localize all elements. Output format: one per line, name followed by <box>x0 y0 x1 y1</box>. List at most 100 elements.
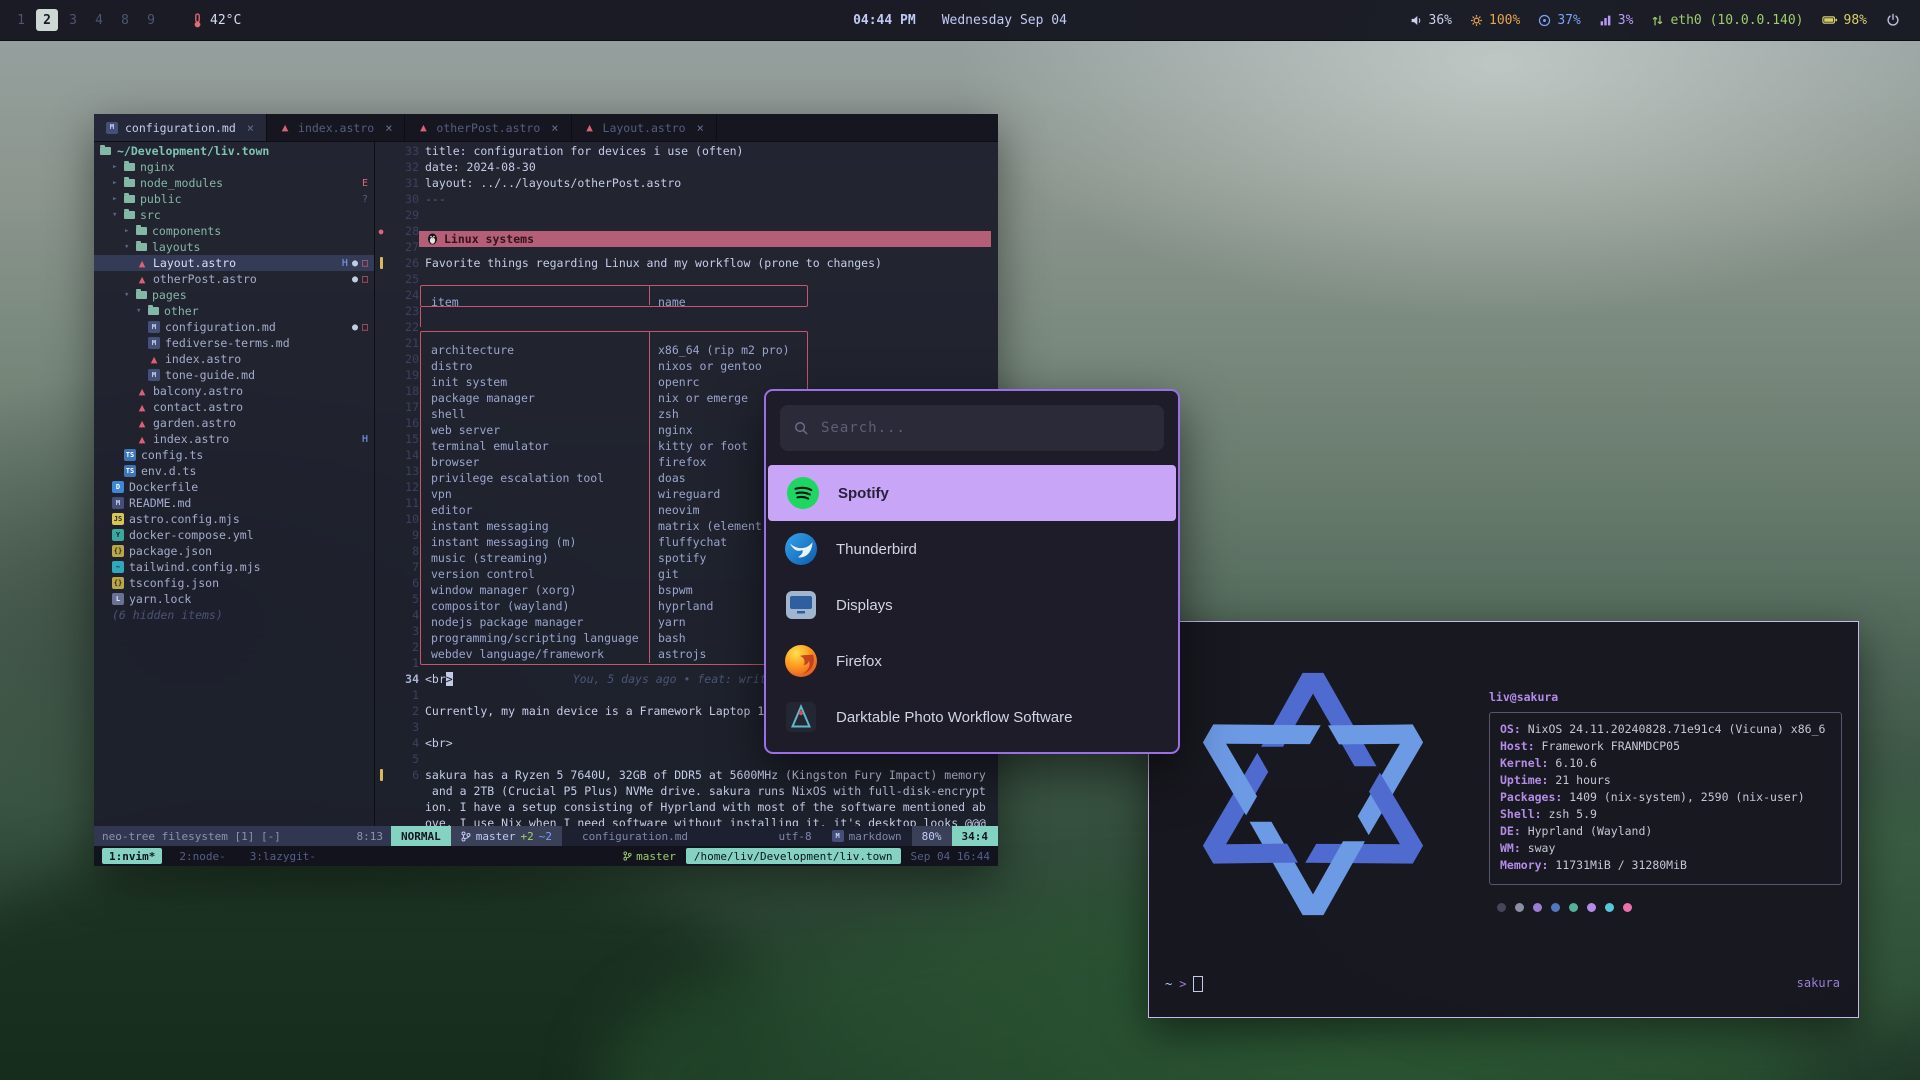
tree-item-label: yarn.lock <box>129 592 191 606</box>
tree-item-package.json[interactable]: {}package.json <box>94 543 374 559</box>
tree-item-layouts[interactable]: ▾layouts <box>94 239 374 255</box>
tab-index.astro[interactable]: ▲index.astro× <box>267 114 405 141</box>
tree-item-label: fediverse-terms.md <box>165 336 290 350</box>
launcher-item-Thunderbird[interactable]: Thunderbird <box>766 521 1178 577</box>
tab-Layout.astro[interactable]: ▲Layout.astro× <box>572 114 717 141</box>
buffer-line[interactable]: 33title: configuration for devices i use… <box>375 143 998 159</box>
power-icon[interactable] <box>1876 13 1910 27</box>
tree-item-contact.astro[interactable]: ▲contact.astro <box>94 399 374 415</box>
buffer-line[interactable]: 26Favorite things regarding Linux and my… <box>375 255 998 271</box>
file-tree[interactable]: ~/Development/liv.town ▸nginx▸node_modul… <box>94 141 374 826</box>
tree-item-other[interactable]: ▾ other <box>94 303 374 319</box>
buffer-line[interactable]: 21architecturex86_64 (rip m2 pro) <box>375 335 998 351</box>
buffer-line[interactable]: 31layout: ../../layouts/otherPost.astro <box>375 175 998 191</box>
tree-item-astro.config.mjs[interactable]: JSastro.config.mjs <box>94 511 374 527</box>
chevron-down-icon: ▾ <box>136 306 143 316</box>
tree-item-docker-compose.yml[interactable]: Ydocker-compose.yml <box>94 527 374 543</box>
astro-file-icon: ▲ <box>136 257 148 269</box>
tree-item-public[interactable]: ▸public? <box>94 191 374 207</box>
workspace-button-3[interactable]: 3 <box>62 9 84 31</box>
buffer-line[interactable]: 30--- <box>375 191 998 207</box>
workspace-button-1[interactable]: 1 <box>10 9 32 31</box>
volume-module[interactable]: 36% <box>1401 13 1461 28</box>
tmux-window-1[interactable]: 1:nvim* <box>102 848 162 864</box>
tree-item-label: pages <box>152 288 187 302</box>
tree-item-otherPost.astro[interactable]: ▲otherPost.astro●□ <box>94 271 374 287</box>
line-number: 24 <box>387 288 425 302</box>
buffer-line[interactable]: ion. I have a setup consisting of Hyprla… <box>375 799 998 815</box>
buffer-line[interactable]: 6sakura has a Ryzen 5 7640U, 32GB of DDR… <box>375 767 998 783</box>
buffer-line[interactable]: 24itemname <box>375 287 998 303</box>
tree-item-tsconfig.json[interactable]: {}tsconfig.json <box>94 575 374 591</box>
buffer-line[interactable]: 29 <box>375 207 998 223</box>
tab-configuration.md[interactable]: Mconfiguration.md× <box>94 114 267 141</box>
buffer-line[interactable]: 32date: 2024-08-30 <box>375 159 998 175</box>
tmux-window-3[interactable]: 3:lazygit- <box>243 848 323 864</box>
tree-item-balcony.astro[interactable]: ▲balcony.astro <box>94 383 374 399</box>
cpu-module[interactable]: 3% <box>1590 13 1643 28</box>
tree-item-nodemodules[interactable]: ▸node_modulesE <box>94 175 374 191</box>
tree-item-README.md[interactable]: MREADME.md <box>94 495 374 511</box>
workspace-button-4[interactable]: 4 <box>88 9 110 31</box>
tree-item-nginx[interactable]: ▸nginx <box>94 159 374 175</box>
tree-item-tone-guide.md[interactable]: Mtone-guide.md <box>94 367 374 383</box>
buffer-line[interactable]: ove. I use Nix when I need software with… <box>375 815 998 826</box>
buffer-line[interactable]: 23 <box>375 303 998 319</box>
tree-item-configuration.md[interactable]: Mconfiguration.md●□ <box>94 319 374 335</box>
disk-module[interactable]: 37% <box>1529 13 1589 28</box>
temperature-module[interactable]: 42°C <box>182 13 250 28</box>
line-text: title: configuration for devices i use (… <box>425 144 998 158</box>
tmux-window-2[interactable]: 2:node- <box>172 848 232 864</box>
close-icon[interactable]: × <box>385 121 392 135</box>
workspace-button-8[interactable]: 8 <box>114 9 136 31</box>
tree-item-6hiddenitems[interactable]: (6 hidden items) <box>94 607 374 623</box>
volume-value: 36% <box>1429 13 1452 28</box>
tree-item-pages[interactable]: ▾pages <box>94 287 374 303</box>
table-cell-name: matrix (element <box>658 519 762 533</box>
buffer-line[interactable]: ●28Linux systems <box>375 223 998 239</box>
network-module[interactable]: eth0 (10.0.0.140) <box>1642 13 1812 28</box>
launcher-item-Darktable[interactable]: Darktable Photo Workflow Software <box>766 689 1178 745</box>
workspace-button-9[interactable]: 9 <box>140 9 162 31</box>
tree-item-src[interactable]: ▾src <box>94 207 374 223</box>
tab-otherPost.astro[interactable]: ▲otherPost.astro× <box>405 114 571 141</box>
tree-item-yarn.lock[interactable]: Lyarn.lock <box>94 591 374 607</box>
fetch-info-label: Kernel: <box>1500 756 1555 773</box>
launcher-item-Spotify[interactable]: Spotify <box>768 465 1176 521</box>
heading-band: Linux systems <box>419 231 991 247</box>
darktable-icon <box>784 700 818 734</box>
search-input[interactable] <box>819 419 1150 437</box>
close-icon[interactable]: × <box>247 121 254 135</box>
tree-item-index.astro[interactable]: ▲index.astroH <box>94 431 374 447</box>
launcher-item-Displays[interactable]: Displays <box>766 577 1178 633</box>
buffer-line[interactable]: and a 2TB (Crucial P5 Plus) NVMe drive. … <box>375 783 998 799</box>
close-icon[interactable]: × <box>697 121 704 135</box>
tree-item-index.astro[interactable]: ▲index.astro <box>94 351 374 367</box>
close-icon[interactable]: × <box>551 121 558 135</box>
tree-item-fediverse-terms.md[interactable]: Mfediverse-terms.md <box>94 335 374 351</box>
tree-item-tailwind.config.mjs[interactable]: ~tailwind.config.mjs <box>94 559 374 575</box>
tree-item-Dockerfile[interactable]: DDockerfile <box>94 479 374 495</box>
launcher-item-Firefox[interactable]: Firefox <box>766 633 1178 689</box>
fetch-terminal-window: liv@sakura OS: NixOS 24.11.20240828.71e9… <box>1148 621 1859 1018</box>
tree-item-Layout.astro[interactable]: ▲Layout.astroH●□ <box>94 255 374 271</box>
search-box[interactable] <box>780 405 1164 451</box>
marker-E: E <box>362 178 368 189</box>
tree-root[interactable]: ~/Development/liv.town <box>94 143 374 159</box>
tree-item-config.ts[interactable]: TSconfig.ts <box>94 447 374 463</box>
buffer-line[interactable]: 25 <box>375 271 998 287</box>
tmux-clock: Sep 04 16:44 <box>911 850 990 863</box>
line-number: 2 <box>387 704 425 718</box>
gear-module[interactable]: 100% <box>1461 13 1529 28</box>
tree-item-garden.astro[interactable]: ▲garden.astro <box>94 415 374 431</box>
workspace-button-2[interactable]: 2 <box>36 9 58 31</box>
fetch-info-value: zsh 5.9 <box>1548 807 1596 824</box>
line-number: 8 <box>387 544 425 558</box>
shell-prompt[interactable]: ~ > <box>1165 976 1203 992</box>
battery-module[interactable]: 98% <box>1813 13 1876 28</box>
tree-item-components[interactable]: ▸components <box>94 223 374 239</box>
buffer-line[interactable]: 22 <box>375 319 998 335</box>
tree-item-env.d.ts[interactable]: TSenv.d.ts <box>94 463 374 479</box>
tree-item-label: other <box>164 304 199 318</box>
tree-item-label: layouts <box>152 240 200 254</box>
